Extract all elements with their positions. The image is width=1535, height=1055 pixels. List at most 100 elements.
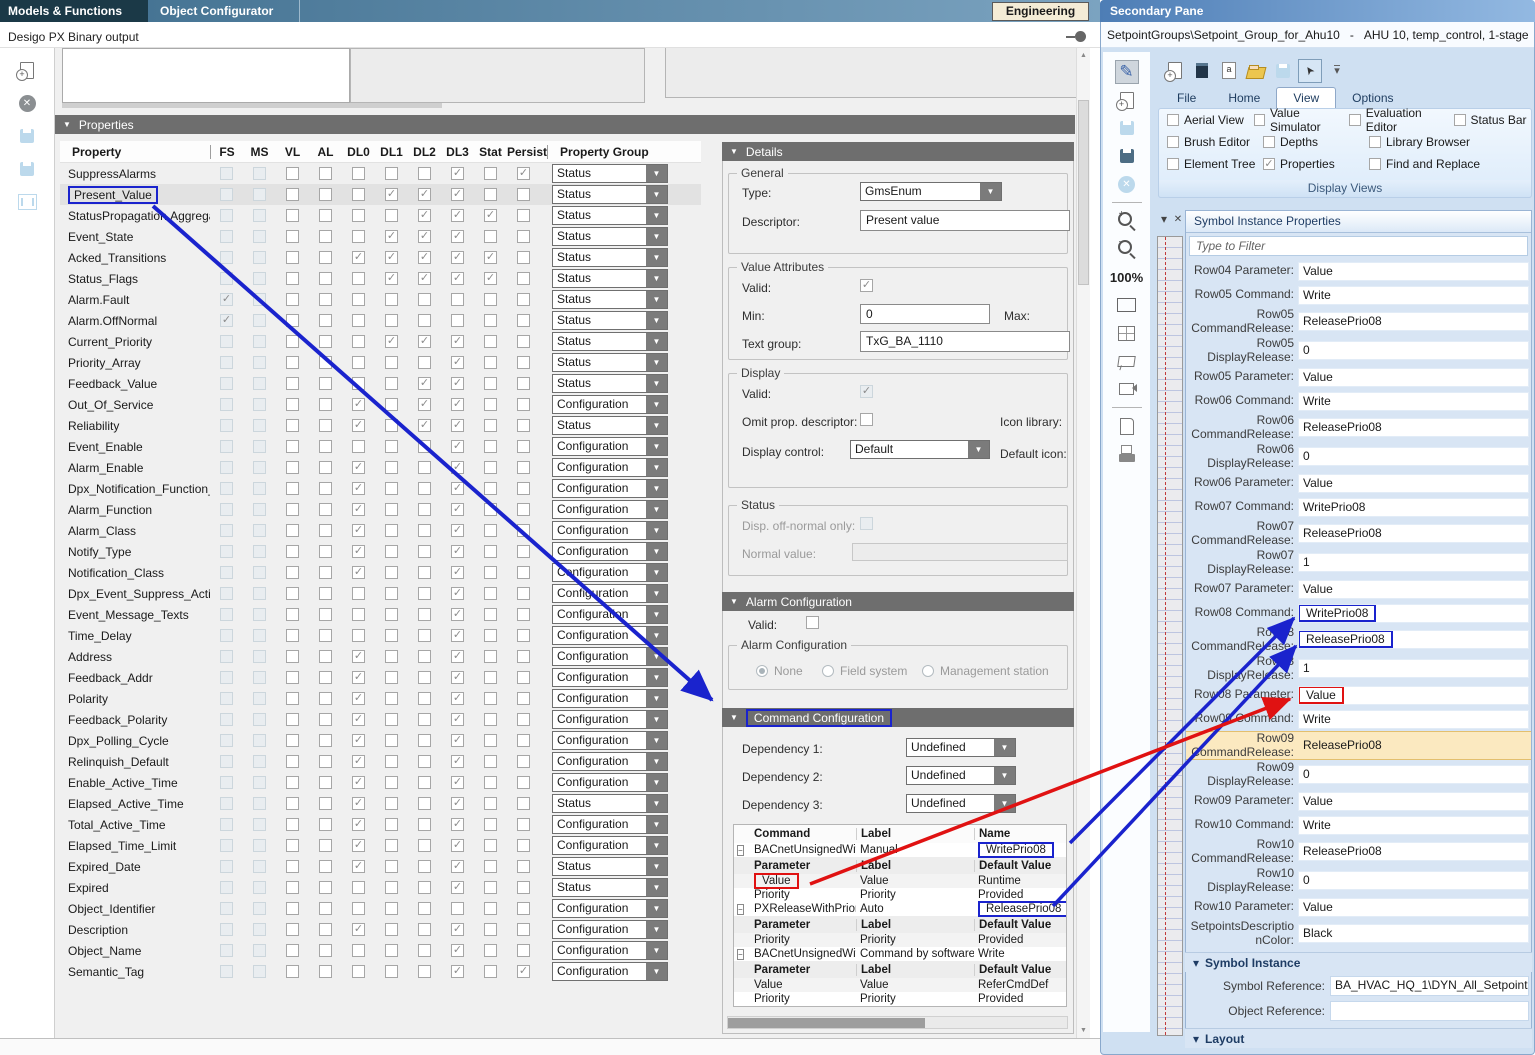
checkbox-stat[interactable] bbox=[484, 188, 497, 201]
checkbox-dl0[interactable] bbox=[352, 650, 365, 663]
checkbox-persist[interactable] bbox=[517, 356, 530, 369]
checkbox-dl1[interactable] bbox=[385, 713, 398, 726]
table-row[interactable]: Event_StateStatus▼ bbox=[60, 226, 701, 247]
checkbox-persist[interactable] bbox=[517, 944, 530, 957]
checkbox-persist[interactable] bbox=[517, 923, 530, 936]
table-row[interactable]: StatusPropagation.AggregatStatus▼ bbox=[60, 205, 701, 226]
grid-tool-icon[interactable] bbox=[1115, 321, 1139, 345]
checkbox-persist[interactable] bbox=[517, 587, 530, 600]
checkbox-dl0[interactable] bbox=[352, 734, 365, 747]
checkbox[interactable] bbox=[1167, 114, 1179, 126]
checkbox-persist[interactable] bbox=[517, 755, 530, 768]
checkbox-dl3[interactable] bbox=[451, 545, 464, 558]
checkbox-al[interactable] bbox=[319, 482, 332, 495]
checkbox-stat[interactable] bbox=[484, 419, 497, 432]
checkbox-vl[interactable] bbox=[286, 440, 299, 453]
more-options-icon[interactable] bbox=[1325, 59, 1349, 83]
checkbox-persist[interactable] bbox=[517, 440, 530, 453]
checkbox-dl3[interactable] bbox=[451, 713, 464, 726]
checkbox-dl3[interactable] bbox=[451, 629, 464, 642]
property-group-dropdown[interactable]: Status▼ bbox=[552, 269, 668, 288]
checkbox-dl2[interactable] bbox=[418, 209, 431, 222]
table-row[interactable]: Out_Of_ServiceConfiguration▼ bbox=[60, 394, 701, 415]
pin-icon[interactable] bbox=[1066, 31, 1086, 42]
table-row[interactable]: Current_PriorityStatus▼ bbox=[60, 331, 701, 352]
chevron-down-icon[interactable]: ▼ bbox=[980, 183, 1001, 200]
list-item[interactable]: Row06 DisplayRelease:0 bbox=[1186, 442, 1531, 471]
checkbox-dl0[interactable] bbox=[352, 503, 365, 516]
checkbox-dl0[interactable] bbox=[352, 188, 365, 201]
checkbox-dl3[interactable] bbox=[451, 188, 464, 201]
checkbox-al[interactable] bbox=[319, 881, 332, 894]
tab-view[interactable]: View bbox=[1276, 87, 1336, 108]
checkbox-al[interactable] bbox=[319, 209, 332, 222]
parameter-row[interactable]: ValueValueRuntime bbox=[734, 874, 1066, 888]
checkbox-vl[interactable] bbox=[286, 251, 299, 264]
chevron-down-icon[interactable]: ▼ bbox=[646, 333, 667, 350]
checkbox-al[interactable] bbox=[319, 587, 332, 600]
checkbox-vl[interactable] bbox=[286, 629, 299, 642]
checkbox-dl3[interactable] bbox=[451, 272, 464, 285]
checkbox-vl[interactable] bbox=[286, 881, 299, 894]
property-group-dropdown[interactable]: Configuration▼ bbox=[552, 500, 668, 519]
property-group-dropdown[interactable]: Status▼ bbox=[552, 794, 668, 813]
checkbox-dl0[interactable] bbox=[352, 272, 365, 285]
checkbox-al[interactable] bbox=[319, 524, 332, 537]
checkbox-dl1[interactable] bbox=[385, 398, 398, 411]
checkbox-dl3[interactable] bbox=[451, 461, 464, 474]
chevron-down-icon[interactable] bbox=[1158, 212, 1170, 226]
checkbox-dl2[interactable] bbox=[418, 734, 431, 747]
checkbox[interactable] bbox=[1167, 158, 1179, 170]
checkbox-dl2[interactable] bbox=[418, 188, 431, 201]
new-document-icon[interactable] bbox=[15, 58, 39, 82]
table-row[interactable]: Elapsed_Time_LimitConfiguration▼ bbox=[60, 835, 701, 856]
checkbox-dl1[interactable] bbox=[385, 650, 398, 663]
checkbox-stat[interactable] bbox=[484, 923, 497, 936]
command-row[interactable]: −PXReleaseWithPriorityAutoReleasePrio08 bbox=[734, 902, 1066, 916]
list-item[interactable]: Row09 DisplayRelease:0 bbox=[1186, 760, 1531, 789]
property-group-dropdown[interactable]: Configuration▼ bbox=[552, 773, 668, 792]
checkbox-dl0[interactable] bbox=[352, 566, 365, 579]
filter-settings-icon[interactable] bbox=[15, 190, 39, 214]
checkbox-stat[interactable] bbox=[484, 629, 497, 642]
tab-object-configurator[interactable]: Object Configurator bbox=[152, 0, 300, 22]
fit-view-icon[interactable] bbox=[1115, 293, 1139, 317]
checkbox-vl[interactable] bbox=[286, 818, 299, 831]
checkbox-al[interactable] bbox=[319, 755, 332, 768]
table-row[interactable]: Feedback_AddrConfiguration▼ bbox=[60, 667, 701, 688]
checkbox-stat[interactable] bbox=[484, 545, 497, 558]
checkbox-dl2[interactable] bbox=[418, 755, 431, 768]
close-circle-icon[interactable] bbox=[1115, 172, 1139, 196]
property-group-dropdown[interactable]: Status▼ bbox=[552, 248, 668, 267]
checkbox-dl2[interactable] bbox=[418, 587, 431, 600]
checkbox-al[interactable] bbox=[319, 314, 332, 327]
chevron-down-icon[interactable]: ▼ bbox=[646, 963, 667, 980]
property-group-dropdown[interactable]: Configuration▼ bbox=[552, 458, 668, 477]
checkbox-persist[interactable] bbox=[517, 629, 530, 642]
pen-icon[interactable] bbox=[1115, 60, 1139, 84]
checkbox-al[interactable] bbox=[319, 398, 332, 411]
list-item[interactable]: SetpointsDescriptionColor:Black bbox=[1186, 919, 1531, 948]
property-value-field[interactable]: 0 bbox=[1298, 447, 1529, 466]
chevron-down-icon[interactable]: ▼ bbox=[646, 942, 667, 959]
checkbox-vl[interactable] bbox=[286, 944, 299, 957]
list-item[interactable]: Row08 Command:WritePrio08 bbox=[1186, 601, 1531, 625]
property-group-dropdown[interactable]: Configuration▼ bbox=[552, 836, 668, 855]
descriptor-field[interactable]: Present value bbox=[860, 210, 1070, 231]
list-item[interactable]: Row04 Parameter:Value bbox=[1186, 259, 1531, 283]
checkbox-persist[interactable] bbox=[517, 272, 530, 285]
checkbox-vl[interactable] bbox=[286, 692, 299, 705]
checkbox-dl1[interactable] bbox=[385, 356, 398, 369]
checkbox-stat[interactable] bbox=[484, 314, 497, 327]
checkbox-dl1[interactable] bbox=[385, 188, 398, 201]
list-item[interactable]: Row10 CommandRelease:ReleasePrio08 bbox=[1186, 837, 1531, 866]
checkbox-persist[interactable] bbox=[517, 734, 530, 747]
table-row[interactable]: Alarm.OffNormalStatus▼ bbox=[60, 310, 701, 331]
list-item[interactable]: Row09 Command:Write bbox=[1186, 707, 1531, 731]
checkbox-al[interactable] bbox=[319, 335, 332, 348]
checkbox-dl1[interactable] bbox=[385, 881, 398, 894]
property-group-dropdown[interactable]: Status▼ bbox=[552, 206, 668, 225]
checkbox-dl0[interactable] bbox=[352, 482, 365, 495]
checkbox-al[interactable] bbox=[319, 167, 332, 180]
checkbox-vl[interactable] bbox=[286, 650, 299, 663]
